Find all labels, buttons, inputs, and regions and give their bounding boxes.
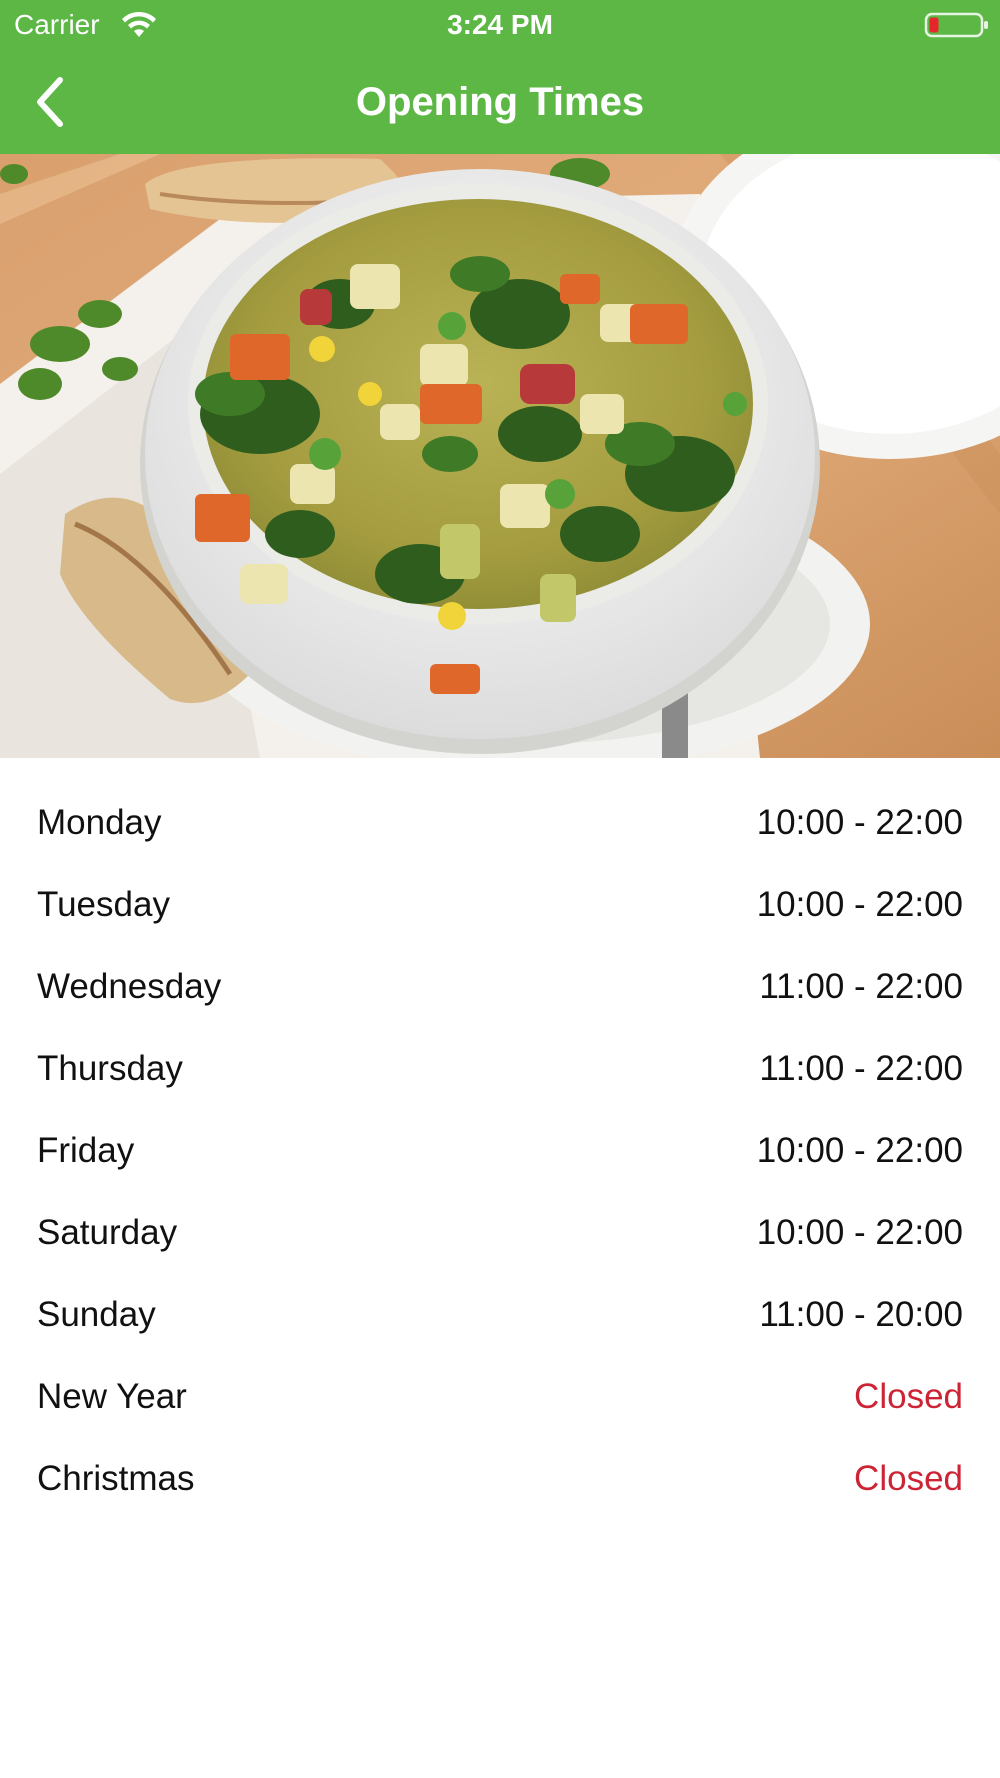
opening-times-list: Monday 10:00 - 22:00 Tuesday 10:00 - 22:… <box>0 782 1000 1520</box>
day-label: Monday <box>37 803 162 842</box>
chevron-left-icon <box>37 77 63 127</box>
day-label: Tuesday <box>37 885 170 924</box>
page-title: Opening Times <box>355 80 645 124</box>
hours-value: 11:00 - 22:00 <box>759 967 963 1006</box>
hours-value: 10:00 - 22:00 <box>756 1213 963 1252</box>
hours-value: 10:00 - 22:00 <box>756 803 963 842</box>
status-time: 3:24 PM <box>447 9 553 40</box>
closed-label: Closed <box>854 1459 963 1498</box>
times-row-monday: Monday 10:00 - 22:00 <box>37 782 963 864</box>
hours-value: 10:00 - 22:00 <box>756 1131 963 1170</box>
day-label: Friday <box>37 1131 135 1170</box>
hours-value: 11:00 - 20:00 <box>759 1295 963 1334</box>
hours-value: 11:00 - 22:00 <box>759 1049 963 1088</box>
status-bar: Carrier 3:24 PM <box>0 0 1000 50</box>
times-row-new-year: New Year Closed <box>37 1356 963 1438</box>
vegetable-soup-photo <box>0 154 1000 758</box>
day-label: New Year <box>37 1377 187 1416</box>
times-row-christmas: Christmas Closed <box>37 1438 963 1520</box>
day-label: Thursday <box>37 1049 183 1088</box>
hours-value: 10:00 - 22:00 <box>756 885 963 924</box>
day-label: Christmas <box>37 1459 195 1498</box>
day-label: Saturday <box>37 1213 178 1252</box>
hero-image <box>0 154 1000 758</box>
times-row-tuesday: Tuesday 10:00 - 22:00 <box>37 864 963 946</box>
top-bar: Carrier 3:24 PM Opening Times <box>0 0 1000 154</box>
times-row-sunday: Sunday 11:00 - 20:00 <box>37 1274 963 1356</box>
back-button[interactable] <box>20 70 80 134</box>
battery-low-icon <box>924 12 988 38</box>
times-row-wednesday: Wednesday 11:00 - 22:00 <box>37 946 963 1028</box>
times-row-friday: Friday 10:00 - 22:00 <box>37 1110 963 1192</box>
day-label: Wednesday <box>37 967 222 1006</box>
day-label: Sunday <box>37 1295 156 1334</box>
closed-label: Closed <box>854 1377 963 1416</box>
times-row-saturday: Saturday 10:00 - 22:00 <box>37 1192 963 1274</box>
navigation-bar: Opening Times <box>0 50 1000 154</box>
times-row-thursday: Thursday 11:00 - 22:00 <box>37 1028 963 1110</box>
opening-times-screen: Carrier 3:24 PM Opening Times Monday 10:… <box>0 0 1000 1778</box>
